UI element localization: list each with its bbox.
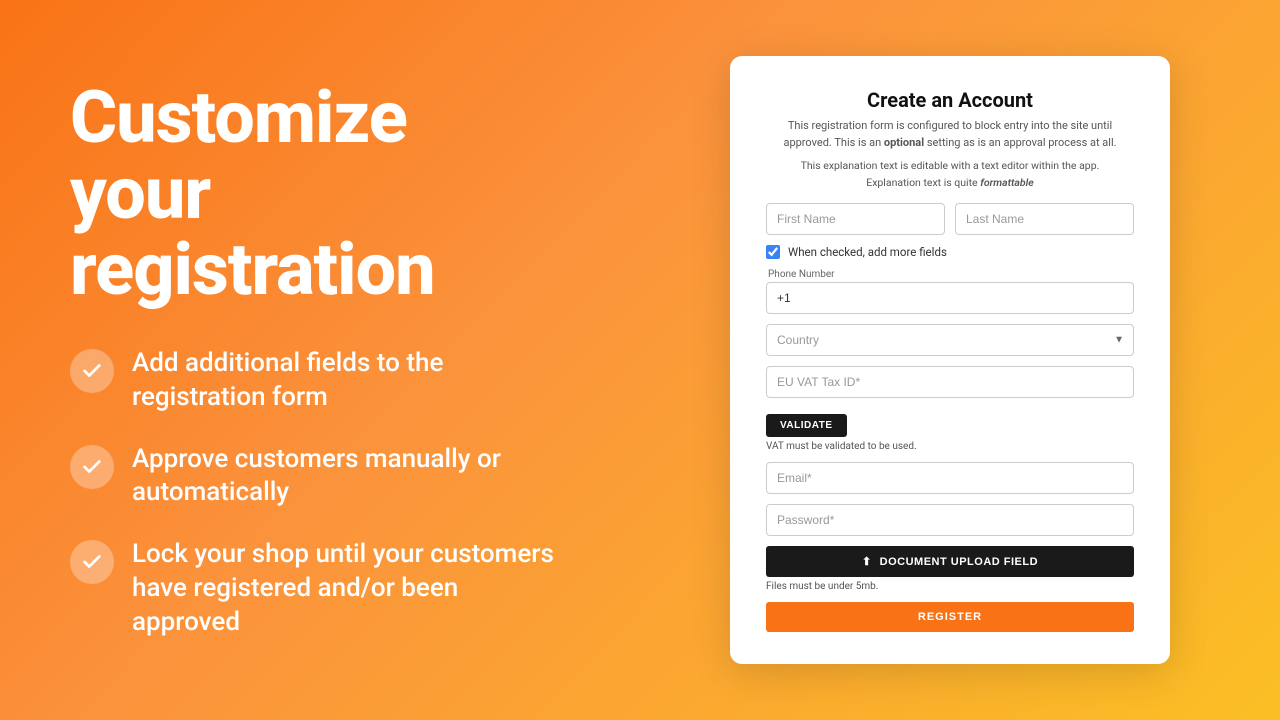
password-input[interactable] <box>766 504 1134 536</box>
upload-button[interactable]: ⬆ DOCUMENT UPLOAD FIELD <box>766 546 1134 577</box>
formattable-word: formattable <box>980 176 1034 189</box>
upload-label: DOCUMENT UPLOAD FIELD <box>880 556 1038 568</box>
country-select-wrapper: Country United States United Kingdom Can… <box>766 324 1134 356</box>
upload-icon: ⬆ <box>862 555 872 568</box>
form-title: Create an Account <box>766 88 1134 112</box>
feature-text: Add additional fields to the registratio… <box>132 347 560 415</box>
phone-group: Phone Number <box>766 269 1134 314</box>
check-circle <box>70 540 114 584</box>
subtitle-text: This registration form is configured to … <box>783 119 1116 149</box>
check-circle <box>70 445 114 489</box>
name-row <box>766 203 1134 235</box>
extra-fields-checkbox[interactable] <box>766 245 780 259</box>
check-circle <box>70 349 114 393</box>
phone-input[interactable] <box>766 282 1134 314</box>
form-card: Create an Account This registration form… <box>730 56 1170 664</box>
form-formattable-note: Explanation text is quite formattable <box>766 176 1134 189</box>
form-editable-note: This explanation text is editable with a… <box>766 159 1134 172</box>
country-select[interactable]: Country United States United Kingdom Can… <box>766 324 1134 356</box>
check-icon <box>81 551 103 573</box>
email-input[interactable] <box>766 462 1134 494</box>
feature-1: Add additional fields to the registratio… <box>70 347 560 415</box>
feature-text: Lock your shop until your customers have… <box>132 538 560 639</box>
vat-group: VALIDATE VAT must be validated to be use… <box>766 366 1134 452</box>
checkbox-label: When checked, add more fields <box>788 245 947 259</box>
last-name-input[interactable] <box>955 203 1134 235</box>
validate-button[interactable]: VALIDATE <box>766 414 847 437</box>
feature-text: Approve customers manually or automatica… <box>132 443 560 511</box>
check-icon <box>81 456 103 478</box>
checkbox-row: When checked, add more fields <box>766 245 1134 259</box>
phone-label: Phone Number <box>766 269 1134 280</box>
check-icon <box>81 360 103 382</box>
main-heading: Customize your registration <box>70 80 560 307</box>
feature-3: Lock your shop until your customers have… <box>70 538 560 639</box>
vat-input[interactable] <box>766 366 1134 398</box>
first-name-input[interactable] <box>766 203 945 235</box>
register-button[interactable]: REGISTER <box>766 602 1134 632</box>
vat-note: VAT must be validated to be used. <box>766 441 1134 452</box>
files-note: Files must be under 5mb. <box>766 581 1134 592</box>
right-panel: Create an Account This registration form… <box>620 0 1280 720</box>
form-subtitle: This registration form is configured to … <box>766 118 1134 151</box>
feature-2: Approve customers manually or automatica… <box>70 443 560 511</box>
left-panel: Customize your registration Add addition… <box>0 0 620 720</box>
feature-list: Add additional fields to the registratio… <box>70 347 560 640</box>
